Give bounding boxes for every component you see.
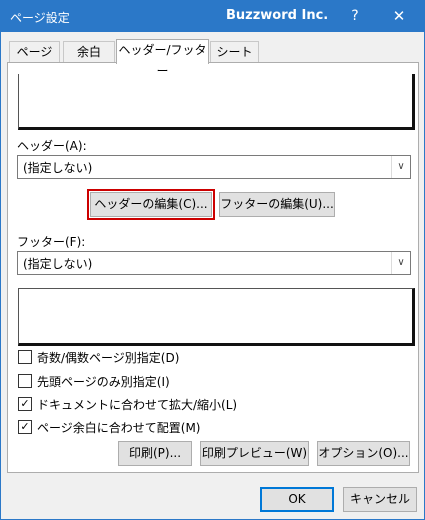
page-setup-dialog: ページ設定 Buzzword Inc. ? ✕ ページ 余白 ヘッダー/フッター… [0, 0, 425, 520]
tab-margins[interactable]: 余白 [63, 41, 115, 63]
print-preview-button[interactable]: 印刷プレビュー(W) [200, 441, 309, 466]
title-bar: ページ設定 Buzzword Inc. ? ✕ [1, 1, 424, 32]
footer-select[interactable]: (指定しない) ∨ [17, 251, 411, 275]
header-preview [18, 74, 415, 130]
print-button[interactable]: 印刷(P)... [118, 441, 192, 466]
chevron-down-icon: ∨ [391, 252, 410, 274]
header-select-value: (指定しない) [23, 161, 93, 175]
checkbox-label: ページ余白に合わせて配置(M) [37, 421, 201, 435]
checkbox-label: 奇数/偶数ページ別指定(D) [37, 351, 180, 365]
header-label: ヘッダー(A): [17, 139, 87, 153]
checkbox-box[interactable] [18, 374, 32, 388]
footer-select-value: (指定しない) [23, 257, 93, 271]
checkbox-label: 先頭ページのみ別指定(I) [37, 375, 170, 389]
help-button[interactable]: ? [340, 5, 370, 27]
ok-button[interactable]: OK [260, 487, 334, 512]
options-button[interactable]: オプション(O)... [317, 441, 410, 466]
footer-preview [18, 288, 415, 346]
edit-header-button[interactable]: ヘッダーの編集(C)... [87, 189, 215, 220]
check-icon[interactable]: ✓ [18, 420, 32, 434]
checkbox-label: ドキュメントに合わせて拡大/縮小(L) [37, 398, 238, 412]
header-select[interactable]: (指定しない) ∨ [17, 155, 411, 179]
app-name: Buzzword Inc. [226, 8, 329, 23]
check-icon[interactable]: ✓ [18, 397, 32, 411]
tab-page[interactable]: ページ [9, 41, 60, 63]
chevron-down-icon: ∨ [391, 156, 410, 178]
tab-sheet[interactable]: シート [210, 41, 259, 63]
close-button[interactable]: ✕ [382, 5, 416, 27]
tab-header-footer[interactable]: ヘッダー/フッター [116, 39, 209, 78]
dialog-title: ページ設定 [10, 11, 70, 25]
footer-label: フッター(F): [17, 235, 86, 249]
cancel-button[interactable]: キャンセル [343, 487, 417, 512]
edit-footer-button[interactable]: フッターの編集(U)... [219, 192, 335, 217]
checkbox-box[interactable] [18, 350, 32, 364]
